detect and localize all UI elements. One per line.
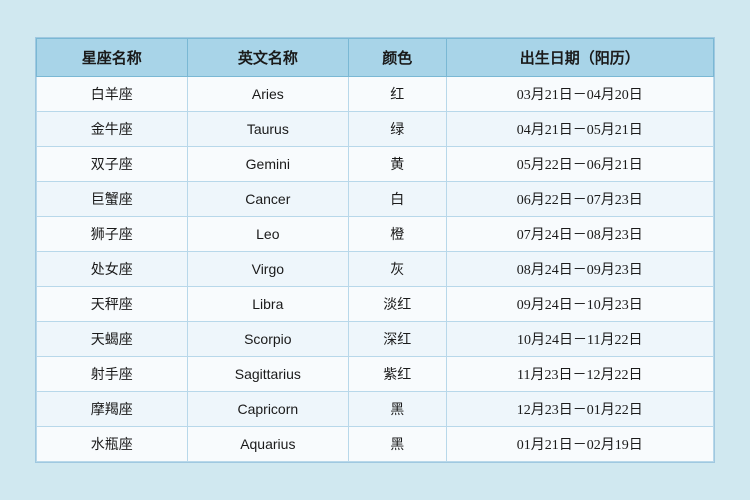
cell-english-name: Aquarius [187, 427, 348, 462]
cell-color: 橙 [349, 217, 446, 252]
cell-english-name: Cancer [187, 182, 348, 217]
cell-english-name: Aries [187, 77, 348, 112]
cell-dates: 12月23日－01月22日 [446, 392, 713, 427]
cell-english-name: Virgo [187, 252, 348, 287]
table-row: 天蝎座Scorpio深红10月24日－11月22日 [37, 322, 714, 357]
cell-dates: 04月21日－05月21日 [446, 112, 713, 147]
table-body: 白羊座Aries红03月21日－04月20日金牛座Taurus绿04月21日－0… [37, 77, 714, 462]
cell-chinese-name: 射手座 [37, 357, 188, 392]
cell-color: 黑 [349, 392, 446, 427]
cell-color: 黄 [349, 147, 446, 182]
cell-english-name: Taurus [187, 112, 348, 147]
cell-chinese-name: 狮子座 [37, 217, 188, 252]
zodiac-table-container: 星座名称 英文名称 颜色 出生日期（阳历） 白羊座Aries红03月21日－04… [35, 37, 715, 463]
table-row: 天秤座Libra淡红09月24日－10月23日 [37, 287, 714, 322]
cell-chinese-name: 金牛座 [37, 112, 188, 147]
cell-dates: 01月21日－02月19日 [446, 427, 713, 462]
cell-color: 灰 [349, 252, 446, 287]
cell-chinese-name: 天秤座 [37, 287, 188, 322]
cell-dates: 11月23日－12月22日 [446, 357, 713, 392]
table-row: 狮子座Leo橙07月24日－08月23日 [37, 217, 714, 252]
cell-dates: 08月24日－09月23日 [446, 252, 713, 287]
table-row: 射手座Sagittarius紫红11月23日－12月22日 [37, 357, 714, 392]
cell-english-name: Sagittarius [187, 357, 348, 392]
table-row: 摩羯座Capricorn黑12月23日－01月22日 [37, 392, 714, 427]
cell-chinese-name: 水瓶座 [37, 427, 188, 462]
cell-color: 淡红 [349, 287, 446, 322]
cell-chinese-name: 摩羯座 [37, 392, 188, 427]
cell-chinese-name: 巨蟹座 [37, 182, 188, 217]
table-row: 巨蟹座Cancer白06月22日－07月23日 [37, 182, 714, 217]
cell-color: 深红 [349, 322, 446, 357]
header-english-name: 英文名称 [187, 39, 348, 77]
cell-english-name: Capricorn [187, 392, 348, 427]
cell-dates: 03月21日－04月20日 [446, 77, 713, 112]
table-row: 白羊座Aries红03月21日－04月20日 [37, 77, 714, 112]
header-chinese-name: 星座名称 [37, 39, 188, 77]
cell-dates: 05月22日－06月21日 [446, 147, 713, 182]
cell-chinese-name: 双子座 [37, 147, 188, 182]
cell-dates: 06月22日－07月23日 [446, 182, 713, 217]
table-row: 水瓶座Aquarius黑01月21日－02月19日 [37, 427, 714, 462]
cell-dates: 07月24日－08月23日 [446, 217, 713, 252]
cell-color: 黑 [349, 427, 446, 462]
cell-english-name: Leo [187, 217, 348, 252]
cell-color: 白 [349, 182, 446, 217]
cell-color: 绿 [349, 112, 446, 147]
cell-dates: 09月24日－10月23日 [446, 287, 713, 322]
table-row: 金牛座Taurus绿04月21日－05月21日 [37, 112, 714, 147]
cell-chinese-name: 处女座 [37, 252, 188, 287]
zodiac-table: 星座名称 英文名称 颜色 出生日期（阳历） 白羊座Aries红03月21日－04… [36, 38, 714, 462]
table-row: 处女座Virgo灰08月24日－09月23日 [37, 252, 714, 287]
table-row: 双子座Gemini黄05月22日－06月21日 [37, 147, 714, 182]
cell-color: 红 [349, 77, 446, 112]
cell-english-name: Libra [187, 287, 348, 322]
cell-dates: 10月24日－11月22日 [446, 322, 713, 357]
cell-color: 紫红 [349, 357, 446, 392]
cell-english-name: Scorpio [187, 322, 348, 357]
header-color: 颜色 [349, 39, 446, 77]
cell-english-name: Gemini [187, 147, 348, 182]
cell-chinese-name: 白羊座 [37, 77, 188, 112]
header-dates: 出生日期（阳历） [446, 39, 713, 77]
cell-chinese-name: 天蝎座 [37, 322, 188, 357]
table-header-row: 星座名称 英文名称 颜色 出生日期（阳历） [37, 39, 714, 77]
